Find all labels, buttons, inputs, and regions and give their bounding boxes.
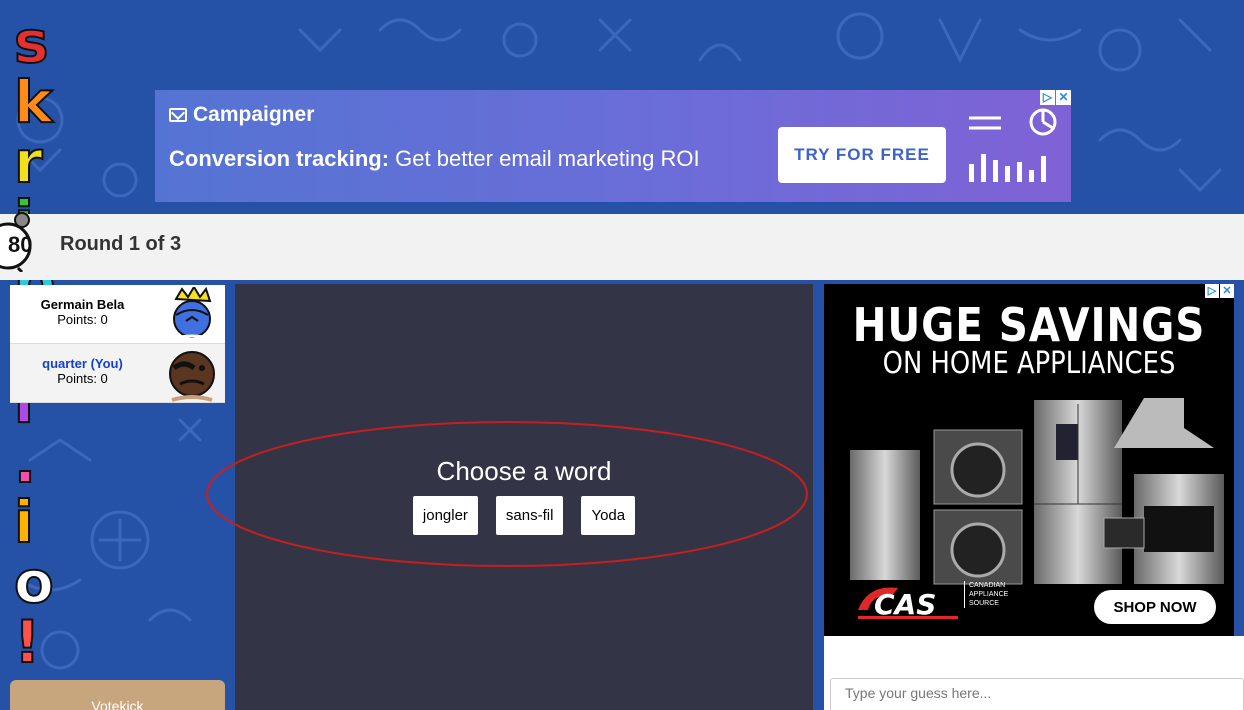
round-bar [0, 214, 1244, 280]
ad-tagline: Conversion tracking: Get better email ma… [169, 146, 700, 172]
choose-word-title: Choose a word [436, 456, 612, 486]
side-ad-headline: HUGE SAVINGS [852, 298, 1206, 352]
ad-info-icon[interactable]: ▷ [1040, 90, 1055, 105]
guess-input[interactable] [830, 678, 1244, 710]
ad-tagline-bold: Conversion tracking: [169, 146, 390, 171]
analytics-graphic-icon [969, 108, 1057, 182]
side-ad-choices[interactable]: ▷ ✕ [1205, 284, 1234, 298]
top-ad-banner[interactable]: Campaigner Conversion tracking: Get bett… [155, 90, 1071, 202]
cas-logo-text: CANADIAN APPLIANCE SOURCE [964, 581, 1008, 608]
player-avatar [169, 351, 215, 402]
word-option-button[interactable]: jongler [412, 496, 478, 535]
ad-brand: Campaigner [169, 103, 314, 127]
shop-now-button[interactable]: SHOP NOW [1094, 590, 1216, 624]
ad-try-free-button[interactable]: TRY FOR FREE [778, 127, 946, 183]
player-list: Germain Bela Points: 0 quarter (You) Poi… [10, 285, 225, 403]
cas-line: CANADIAN [969, 582, 1006, 589]
votekick-button[interactable]: Votekick [10, 680, 225, 710]
round-label: Round 1 of 3 [60, 233, 182, 255]
ad-brand-name: Campaigner [193, 103, 315, 126]
ad-tagline-rest: Get better email marketing ROI [389, 146, 700, 171]
word-options: jongler sans-fil Yoda [235, 496, 813, 535]
player-name: quarter (You) [42, 356, 123, 371]
envelope-icon [169, 108, 187, 122]
cas-line: SOURCE [969, 600, 999, 607]
round-timer: 80 [8, 232, 33, 257]
ad-choices[interactable]: ▷ ✕ [1040, 90, 1071, 105]
word-option-button[interactable]: Yoda [581, 496, 636, 535]
side-ad-banner[interactable]: HUGE SAVINGS ON HOME APPLIANCES CAS CANA… [824, 284, 1234, 636]
player-points: Points: 0 [57, 312, 108, 327]
appliances-image [850, 398, 1224, 585]
player-row[interactable]: quarter (You) Points: 0 [10, 344, 225, 403]
player-avatar [171, 287, 213, 341]
side-ad-subline: ON HOME APPLIANCES [882, 346, 1176, 381]
ad-info-icon[interactable]: ▷ [1205, 284, 1219, 298]
player-name: Germain Bela [40, 297, 125, 312]
word-option-button[interactable]: sans-fil [495, 496, 564, 535]
cas-line: APPLIANCE [969, 591, 1009, 598]
ad-close-icon[interactable]: ✕ [1056, 90, 1071, 105]
player-row[interactable]: Germain Bela Points: 0 [10, 285, 225, 344]
player-points: Points: 0 [57, 371, 108, 386]
drawing-canvas[interactable]: Choose a word jongler sans-fil Yoda [235, 284, 813, 710]
ad-close-icon[interactable]: ✕ [1220, 284, 1234, 298]
